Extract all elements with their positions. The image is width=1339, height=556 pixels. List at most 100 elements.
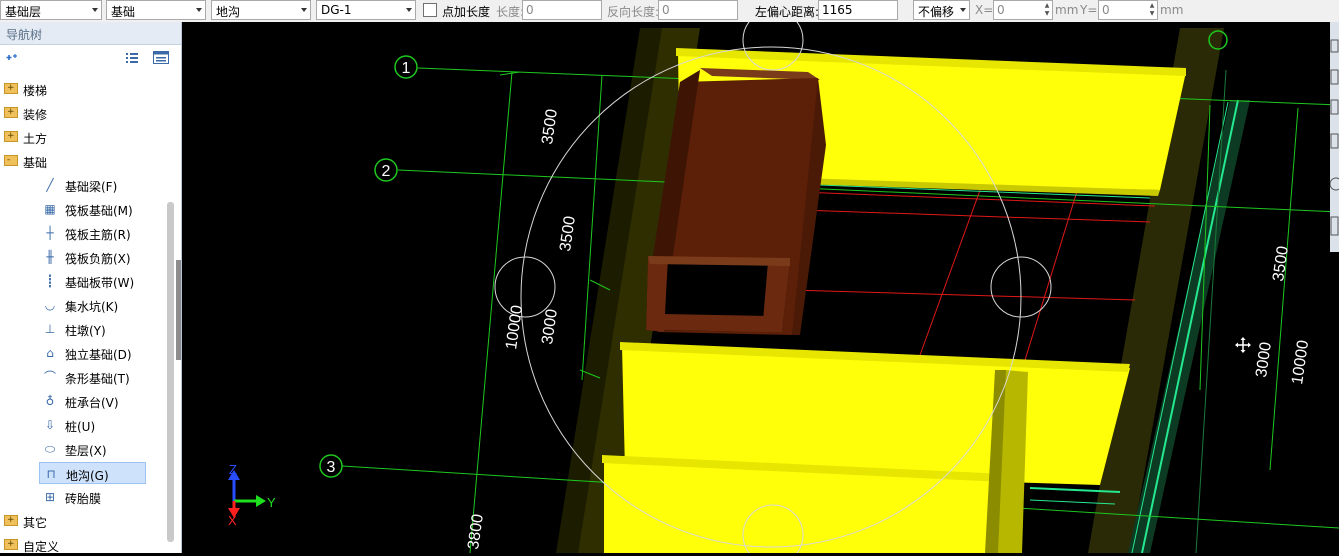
add-length-checkbox[interactable] — [423, 3, 437, 17]
expand-icon: + — [7, 107, 15, 117]
offset-mode-select-value: 不偏移 — [918, 5, 955, 19]
tree-item[interactable]: ⊞ 砖胎膜 — [39, 486, 146, 508]
tree-item[interactable]: ⬭ 垫层(X) — [39, 438, 146, 460]
panel-splitter[interactable] — [176, 260, 181, 360]
orbit-icon[interactable] — [1329, 177, 1339, 191]
y-offset-input[interactable]: 0 ▲ ▼ — [1098, 0, 1158, 20]
tree-item[interactable]: ⇩ 桩(U) — [39, 414, 146, 436]
sump-icon: ◡ — [44, 298, 56, 312]
axis-label-2: 2 — [382, 163, 391, 180]
tree-item[interactable]: - 基础 — [4, 150, 164, 172]
rebar-line — [1024, 187, 1079, 361]
reverse-length-input[interactable]: 0 — [658, 0, 738, 20]
dim-text: 3500 — [1270, 245, 1292, 283]
axis-bubble-1: 1 — [394, 55, 418, 79]
dim-text: 3500 — [557, 215, 579, 253]
pile-cap-icon: ♁ — [45, 394, 55, 408]
tree-item[interactable]: ┼ 筏板主筋(R) — [39, 222, 146, 244]
folder-icon[interactable]: + — [4, 515, 18, 526]
folder-icon[interactable]: + — [4, 83, 18, 94]
nav-scrollbar[interactable] — [167, 202, 174, 542]
add-sparkle-icon[interactable] — [4, 51, 20, 65]
tree-item[interactable]: + 土方 — [4, 126, 164, 148]
tree-item[interactable]: ╱ 基础梁(F) — [39, 174, 146, 196]
gizmo-z-label: Z — [229, 462, 237, 477]
nav-title: 导航树 — [6, 28, 43, 42]
tree-item[interactable]: ⊥ 柱墩(Y) — [39, 318, 146, 340]
tree-item-label: 集水坑(K) — [65, 300, 119, 314]
tree-item[interactable]: + 其它 — [4, 510, 164, 532]
tree-item[interactable]: ╫ 筏板负筋(X) — [39, 246, 146, 268]
dim-text: 3800 — [465, 513, 487, 551]
tree-item-label: 柱墩(Y) — [65, 324, 106, 338]
chevron-down-icon — [301, 8, 307, 12]
brick-form-icon: ⊞ — [44, 490, 56, 504]
cushion-icon: ⬭ — [44, 442, 56, 456]
reverse-length-input-value: 0 — [662, 3, 670, 17]
folder-icon[interactable]: + — [4, 107, 18, 118]
rebar-line — [789, 289, 1136, 301]
x-offset-label: X= — [975, 3, 994, 17]
tree-item-label: 独立基础(D) — [65, 348, 132, 362]
folder-icon[interactable]: - — [4, 155, 18, 166]
tree-item[interactable]: ┋ 基础板带(W) — [39, 270, 146, 292]
view-settings-icon[interactable] — [1330, 216, 1339, 236]
tree-item[interactable]: + 装修 — [4, 102, 164, 124]
offset-mode-select[interactable]: 不偏移 — [913, 0, 970, 20]
x-offset-spinner-icon[interactable]: ▲ ▼ — [1043, 2, 1051, 18]
x-unit-label: mm — [1055, 3, 1079, 17]
tree-item-label: 垫层(X) — [65, 444, 107, 458]
floor-select[interactable]: 基础层 — [0, 0, 102, 20]
component-name-select[interactable]: DG-1 — [316, 0, 416, 20]
component-type-select[interactable]: 地沟 — [211, 0, 311, 20]
component-name-select-value: DG-1 — [321, 3, 352, 17]
reverse-length-label: 反向长度: — [607, 5, 660, 19]
view-cube-icon[interactable] — [1330, 69, 1339, 85]
top-toolbar: 基础层 基础 地沟 DG-1 点加长度 长度: 0 反向长度: 0 左偏心距离:… — [0, 0, 1339, 23]
list-view-icon[interactable] — [125, 51, 139, 65]
tree-item-label: 桩(U) — [65, 420, 96, 434]
y-offset-label: Y= — [1080, 3, 1098, 17]
gizmo-x-label: X — [228, 513, 237, 528]
scene-svg[interactable]: 1 2 3 3500 3500 3000 10000 3500 3000 100… — [182, 22, 1339, 553]
dim-line-v — [469, 71, 513, 553]
tree-item[interactable]: ⌒ 条形基础(T) — [39, 366, 146, 388]
move-cursor-icon — [1235, 337, 1251, 353]
length-input-value: 0 — [526, 3, 534, 17]
x-offset-value: 0 — [997, 3, 1005, 17]
expand-icon: + — [7, 131, 15, 141]
tree-item-label: 基础板带(W) — [65, 276, 135, 290]
isolated-footing-icon: ⌂ — [46, 346, 54, 360]
category-select[interactable]: 基础 — [106, 0, 206, 20]
floor-select-value: 基础层 — [5, 5, 42, 19]
view-toolbar — [1329, 22, 1339, 252]
axis-label-1: 1 — [402, 60, 411, 77]
y-offset-spinner-icon[interactable]: ▲ ▼ — [1148, 2, 1156, 18]
length-input[interactable]: 0 — [522, 0, 602, 20]
panel-layout-icon[interactable] — [153, 51, 169, 65]
length-label: 长度: — [496, 5, 525, 19]
tree-item-label: 条形基础(T) — [65, 372, 130, 386]
left-offset-input[interactable]: 1165 — [818, 0, 898, 20]
dim-line-v — [1269, 107, 1299, 471]
chevron-down-icon — [196, 8, 202, 12]
tree-item[interactable]: + 楼梯 — [4, 78, 164, 100]
folder-icon[interactable]: + — [4, 131, 18, 142]
3d-viewport[interactable]: 1 2 3 3500 3500 3000 10000 3500 3000 100… — [182, 22, 1339, 553]
tree-item[interactable]: ▦ 筏板基础(M) — [39, 198, 146, 220]
tree-item-selected[interactable]: ⊓ 地沟(G) — [39, 462, 146, 484]
view-side-icon[interactable] — [1330, 133, 1339, 149]
tree-item[interactable]: ⌂ 独立基础(D) — [39, 342, 146, 364]
tree-item[interactable]: ◡ 集水坑(K) — [39, 294, 146, 316]
folder-icon[interactable]: + — [4, 539, 18, 550]
view-front-icon[interactable] — [1330, 99, 1339, 115]
rebar-line — [919, 181, 984, 356]
x-offset-input[interactable]: 0 ▲ ▼ — [993, 0, 1053, 20]
tree-item[interactable]: ♁ 桩承台(V) — [39, 390, 146, 412]
chevron-down-icon — [92, 8, 98, 12]
view-home-icon[interactable] — [1330, 39, 1339, 53]
raft-icon: ▦ — [44, 202, 56, 216]
chevron-down-icon — [960, 8, 966, 12]
tree-item-label: 装修 — [23, 108, 48, 122]
rebar-line — [799, 209, 1151, 223]
